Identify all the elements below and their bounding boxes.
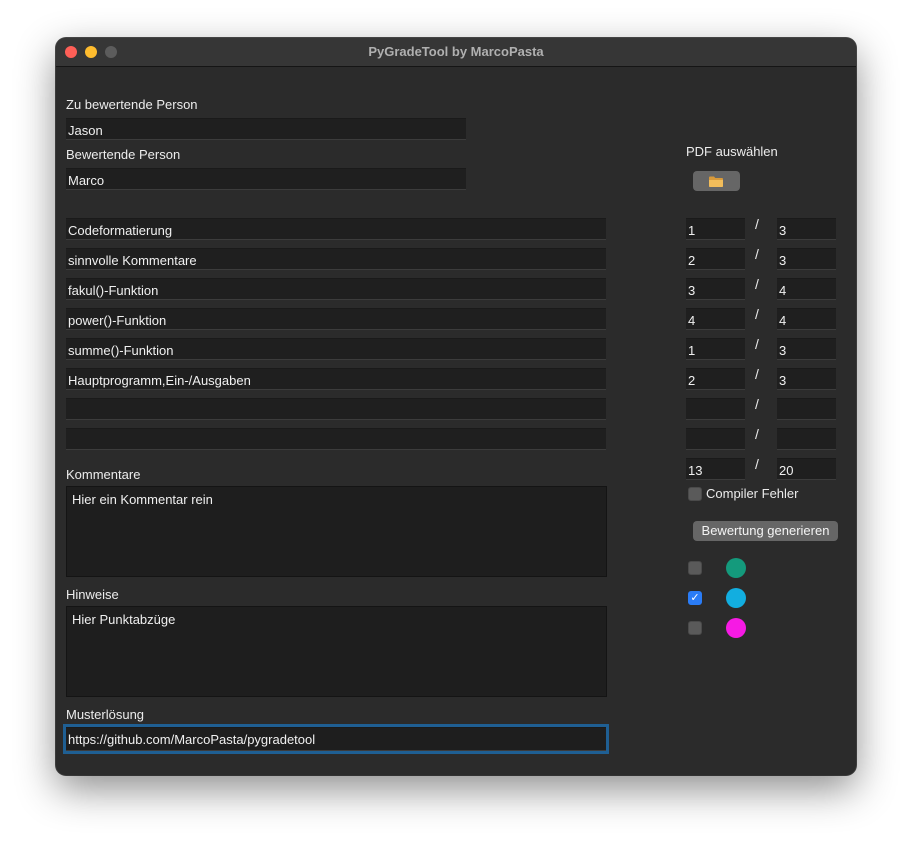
hints-label: Hinweise — [66, 587, 119, 602]
title-bar: PyGradeTool by MarcoPasta — [56, 38, 856, 67]
comments-label: Kommentare — [66, 467, 141, 482]
score-got-2[interactable]: 2 — [686, 248, 745, 270]
score-max-8[interactable] — [777, 428, 836, 450]
color-checkbox-magenta[interactable] — [688, 621, 702, 635]
score-max-3[interactable]: 4 — [777, 278, 836, 300]
score-max-7[interactable] — [777, 398, 836, 420]
total-slash: / — [755, 456, 759, 472]
criterion-field-6[interactable]: Hauptprogramm,Ein-/Ausgaben — [66, 368, 606, 390]
score-got-3[interactable]: 3 — [686, 278, 745, 300]
score-got-8[interactable] — [686, 428, 745, 450]
criterion-field-3[interactable]: fakul()-Funktion — [66, 278, 606, 300]
color-checkbox-green[interactable] — [688, 561, 702, 575]
compiler-error-label: Compiler Fehler — [706, 486, 799, 501]
criterion-field-8[interactable] — [66, 428, 606, 450]
grader-field[interactable]: Marco — [66, 168, 466, 190]
score-max-1[interactable]: 3 — [777, 218, 836, 240]
score-max-6[interactable]: 3 — [777, 368, 836, 390]
color-checkbox-cyan[interactable]: ✓ — [688, 591, 702, 605]
generate-rating-button[interactable]: Bewertung generieren — [693, 521, 838, 541]
score-max-5[interactable]: 3 — [777, 338, 836, 360]
score-slash-1: / — [755, 216, 759, 232]
solution-url-field[interactable]: https://github.com/MarcoPasta/pygradetoo… — [66, 727, 606, 751]
solution-label: Musterlösung — [66, 707, 145, 722]
criterion-field-5[interactable]: summe()-Funktion — [66, 338, 606, 360]
app-window: PyGradeTool by MarcoPasta Zu bewertende … — [56, 38, 856, 775]
score-slash-3: / — [755, 276, 759, 292]
pdf-label: PDF auswählen — [686, 144, 778, 159]
hints-textarea[interactable]: Hier Punktabzüge — [66, 606, 607, 697]
compiler-error-checkbox[interactable] — [688, 487, 702, 501]
criterion-field-2[interactable]: sinnvolle Kommentare — [66, 248, 606, 270]
total-got-field[interactable]: 13 — [686, 458, 745, 480]
score-got-5[interactable]: 1 — [686, 338, 745, 360]
score-max-4[interactable]: 4 — [777, 308, 836, 330]
criterion-field-1[interactable]: Codeformatierung — [66, 218, 606, 240]
person-field[interactable]: Jason — [66, 118, 466, 140]
window-title: PyGradeTool by MarcoPasta — [368, 44, 544, 59]
color-swatch-cyan — [726, 588, 746, 608]
criterion-field-4[interactable]: power()-Funktion — [66, 308, 606, 330]
score-slash-7: / — [755, 396, 759, 412]
color-swatch-green — [726, 558, 746, 578]
score-got-6[interactable]: 2 — [686, 368, 745, 390]
score-slash-2: / — [755, 246, 759, 262]
color-swatch-magenta — [726, 618, 746, 638]
score-slash-8: / — [755, 426, 759, 442]
total-max-field[interactable]: 20 — [777, 458, 836, 480]
person-label: Zu bewertende Person — [66, 97, 198, 112]
score-slash-6: / — [755, 366, 759, 382]
score-slash-5: / — [755, 336, 759, 352]
checkmark-icon: ✓ — [690, 592, 700, 604]
comments-textarea[interactable]: Hier ein Kommentar rein — [66, 486, 607, 577]
score-got-4[interactable]: 4 — [686, 308, 745, 330]
grader-label: Bewertende Person — [66, 147, 181, 162]
pdf-select-button[interactable] — [693, 171, 740, 191]
criterion-field-7[interactable] — [66, 398, 606, 420]
score-got-7[interactable] — [686, 398, 745, 420]
score-got-1[interactable]: 1 — [686, 218, 745, 240]
score-slash-4: / — [755, 306, 759, 322]
score-max-2[interactable]: 3 — [777, 248, 836, 270]
folder-icon — [709, 175, 723, 187]
